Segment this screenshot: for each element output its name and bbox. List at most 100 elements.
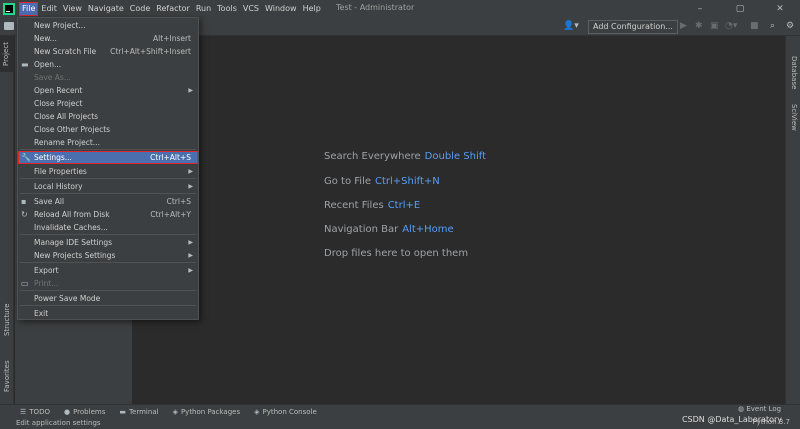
menu-item-new-projects-settings[interactable]: New Projects Settings ▶ bbox=[18, 249, 198, 262]
maximize-button[interactable]: ▢ bbox=[720, 0, 760, 18]
menu-window[interactable]: Window bbox=[262, 2, 300, 16]
project-tool-tab[interactable]: Project bbox=[0, 36, 14, 72]
debug-icon[interactable]: ✱ bbox=[695, 21, 703, 31]
menu-item-open[interactable]: ▬ Open... bbox=[18, 58, 198, 71]
menu-item-close-other-projects[interactable]: Close Other Projects bbox=[18, 123, 198, 136]
hint-label: Navigation Bar bbox=[324, 224, 399, 235]
coverage-icon[interactable]: ▣ bbox=[710, 21, 719, 31]
search-icon[interactable]: ⌕ bbox=[770, 21, 775, 31]
menu-item-close-all-projects[interactable]: Close All Projects bbox=[18, 110, 198, 123]
menu-item-manage-ide-settings[interactable]: Manage IDE Settings ▶ bbox=[18, 236, 198, 249]
menu-view[interactable]: View bbox=[60, 2, 85, 16]
menu-tools[interactable]: Tools bbox=[214, 2, 240, 16]
menu-help[interactable]: Help bbox=[300, 2, 324, 16]
python-packages-tab[interactable]: ◈ Python Packages bbox=[173, 408, 241, 416]
menu-item-new-project[interactable]: New Project... bbox=[18, 19, 198, 32]
menu-item-rename-project[interactable]: Rename Project... bbox=[18, 136, 198, 149]
menu-code[interactable]: Code bbox=[127, 2, 153, 16]
menu-file[interactable]: File bbox=[19, 2, 39, 16]
menu-separator bbox=[20, 290, 196, 291]
add-configuration-button[interactable]: Add Configuration... bbox=[588, 20, 678, 34]
database-tab-label[interactable]: Database bbox=[790, 56, 798, 89]
bottom-tool-bar: ☰ TODO ● Problems ▬ Terminal ◈ Python Packag… bbox=[0, 404, 800, 418]
hint-key: Ctrl+E bbox=[387, 200, 421, 211]
stop-icon[interactable]: ■ bbox=[750, 21, 759, 31]
pycharm-logo-icon bbox=[3, 3, 15, 15]
chevron-right-icon: ▶ bbox=[188, 239, 193, 246]
problems-tab[interactable]: ● Problems bbox=[64, 408, 105, 416]
window-title: Test - Administrator bbox=[336, 3, 415, 12]
profile-icon[interactable]: ◔▾ bbox=[725, 21, 737, 31]
hint-key: Double Shift bbox=[424, 151, 487, 162]
status-message: Edit application settings bbox=[16, 419, 101, 427]
project-tab-label: Project bbox=[2, 42, 10, 66]
menu-item-invalidate-caches[interactable]: Invalidate Caches... bbox=[18, 221, 198, 234]
menu-item-settings[interactable]: 🔧 Settings... Ctrl+Alt+S bbox=[18, 151, 198, 164]
terminal-icon: ▬ bbox=[119, 407, 126, 416]
window-controls: – ▢ ✕ bbox=[680, 0, 800, 18]
menu-bar: File Edit View Navigate Code Refactor Ru… bbox=[0, 0, 800, 18]
hint-go-to-file: Go to File Ctrl+Shift+N bbox=[324, 176, 440, 187]
menu-separator bbox=[20, 193, 196, 194]
hint-label: Drop files here to open them bbox=[324, 248, 469, 259]
minimize-button[interactable]: – bbox=[680, 0, 720, 18]
menu-vcs[interactable]: VCS bbox=[240, 2, 262, 16]
printer-icon: ▭ bbox=[21, 279, 29, 288]
menu-separator bbox=[20, 178, 196, 179]
menu-separator bbox=[20, 234, 196, 235]
hint-label: Go to File bbox=[324, 176, 371, 187]
hint-drop-files: Drop files here to open them bbox=[324, 248, 468, 259]
menu-item-close-project[interactable]: Close Project bbox=[18, 97, 198, 110]
terminal-tab[interactable]: ▬ Terminal bbox=[119, 408, 158, 416]
menu-item-reload-all[interactable]: ↻ Reload All from Disk Ctrl+Alt+Y bbox=[18, 208, 198, 221]
menu-run[interactable]: Run bbox=[193, 2, 214, 16]
save-icon: ▪ bbox=[21, 197, 27, 206]
menu-item-new[interactable]: New... Alt+Insert bbox=[18, 32, 198, 45]
chevron-right-icon: ▶ bbox=[188, 267, 193, 274]
close-button[interactable]: ✕ bbox=[760, 0, 800, 18]
list-icon: ☰ bbox=[20, 407, 27, 416]
menu-item-exit[interactable]: Exit bbox=[18, 307, 198, 320]
menu-item-print: ▭ Print... bbox=[21, 279, 59, 288]
chevron-right-icon: ▶ bbox=[188, 168, 193, 175]
chevron-right-icon: ▶ bbox=[188, 183, 193, 190]
menu-item-save-all[interactable]: ▪ Save All Ctrl+S bbox=[18, 195, 198, 208]
todo-tab[interactable]: ☰ TODO bbox=[20, 408, 50, 416]
reload-icon: ↻ bbox=[21, 210, 28, 219]
user-icon[interactable]: 👤▾ bbox=[563, 21, 579, 31]
hint-key: Alt+Home bbox=[402, 224, 454, 235]
hint-label: Search Everywhere bbox=[324, 151, 421, 162]
file-menu-dropdown: New Project... New... Alt+Insert New Scra… bbox=[17, 17, 199, 320]
hint-search-everywhere: Search Everywhere Double Shift bbox=[324, 151, 486, 162]
watermark: CSDN @Data_Laboratory bbox=[681, 415, 782, 424]
status-bar: Edit application settings Python 3.7 bbox=[0, 418, 800, 429]
menu-item-power-save-mode[interactable]: Power Save Mode bbox=[18, 292, 198, 305]
run-icon[interactable]: ▶ bbox=[680, 21, 687, 31]
structure-tab-label[interactable]: Structure bbox=[3, 303, 11, 336]
menu-item-new-scratch-file[interactable]: New Scratch File Ctrl+Alt+Shift+Insert bbox=[18, 45, 198, 58]
gear-icon[interactable]: ⚙ bbox=[786, 21, 794, 31]
menu-edit[interactable]: Edit bbox=[38, 2, 60, 16]
left-tool-strip bbox=[0, 36, 14, 404]
menu-item-file-properties[interactable]: File Properties ▶ bbox=[18, 165, 198, 178]
chevron-right-icon: ▶ bbox=[188, 252, 193, 259]
menu-navigate[interactable]: Navigate bbox=[85, 2, 127, 16]
chevron-right-icon: ▶ bbox=[188, 87, 193, 94]
favorites-tab-label[interactable]: Favorites bbox=[3, 360, 11, 392]
menu-refactor[interactable]: Refactor bbox=[153, 2, 193, 16]
python-console-tab[interactable]: ◈ Python Console bbox=[254, 408, 317, 416]
folder-icon: ▬ bbox=[21, 60, 29, 69]
menu-item-export[interactable]: Export ▶ bbox=[18, 264, 198, 277]
menu-item-open-recent[interactable]: Open Recent ▶ bbox=[18, 84, 198, 97]
menu-item-local-history[interactable]: Local History ▶ bbox=[18, 180, 198, 193]
folder-icon[interactable] bbox=[4, 22, 14, 30]
sciview-tab-label[interactable]: SciView bbox=[790, 104, 798, 131]
menu-separator bbox=[20, 262, 196, 263]
right-tool-strip: Database SciView bbox=[785, 36, 800, 404]
hint-recent-files: Recent Files Ctrl+E bbox=[324, 200, 420, 211]
hint-navigation-bar: Navigation Bar Alt+Home bbox=[324, 224, 454, 235]
packages-icon: ◈ bbox=[172, 407, 178, 416]
event-log-tab[interactable]: ◍ Event Log bbox=[738, 405, 781, 413]
menu-item-save-as: Save As... bbox=[34, 73, 71, 82]
python-icon: ◈ bbox=[254, 407, 260, 416]
